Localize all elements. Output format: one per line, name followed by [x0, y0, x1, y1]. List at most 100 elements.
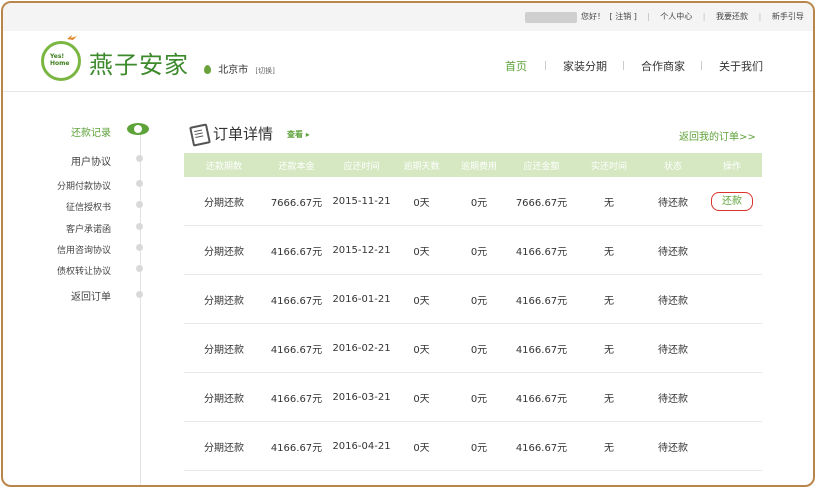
table-cell: 0元 — [449, 421, 509, 471]
sidebar-item-installment-agreement[interactable]: 分期付款协议 — [57, 179, 111, 192]
table-row: 分期还款 4166.67元 2015-12-21 0天 0元 4166.67元无待还款 — [184, 225, 762, 275]
table-cell: 0元 — [449, 274, 509, 324]
my-repayment-link[interactable]: 我要还款 — [716, 12, 748, 21]
table-cell: 待还款 — [644, 177, 702, 226]
view-link[interactable]: 查看 ▸ — [287, 129, 310, 140]
sidebar-item-customer-commitment[interactable]: 客户承诺函 — [66, 222, 111, 235]
sidebar-item-back-to-orders[interactable]: 返回订单 — [71, 288, 111, 303]
table-cell: 7666.67元 — [264, 177, 329, 226]
newbie-guide-link[interactable]: 新手引导 — [772, 12, 804, 21]
table-header-row: 还款期数 还款本金 应还时间 逾期天数 逾期费用 应还金额 实还时间 状态 操作 — [184, 153, 762, 177]
column-header: 应还金额 — [509, 153, 574, 177]
back-to-orders-link[interactable]: 返回我的订单>> — [679, 128, 756, 143]
table-cell: 4166.67元 — [264, 274, 329, 324]
table-cell: 2015-12-21 — [329, 225, 394, 275]
table-cell — [702, 225, 762, 275]
nav-home-installment[interactable]: 家装分期 — [563, 58, 607, 74]
table-cell: 2016-04-21 — [329, 421, 394, 471]
table-cell: 0天 — [394, 421, 449, 471]
table-cell: 待还款 — [644, 323, 702, 373]
table-cell: 4166.67元 — [264, 421, 329, 471]
sidebar-item-credit-consulting[interactable]: 信用咨询协议 — [57, 243, 111, 256]
top-bar: 您好！ [ 注销 ] | 个人中心 | 我要还款 | 新手引导 — [3, 3, 813, 31]
column-header: 状态 — [644, 153, 702, 177]
table-cell — [702, 323, 762, 373]
table-cell: 0元 — [449, 177, 509, 226]
column-header: 操作 — [702, 153, 762, 177]
table-cell: 4166.67元 — [509, 274, 574, 324]
table-cell: 4166.67元 — [509, 323, 574, 373]
greeting-text: 您好！ — [581, 12, 605, 21]
personal-center-link[interactable]: 个人中心 — [660, 12, 692, 21]
city-switch-link[interactable]: [切换] — [255, 67, 274, 75]
table-cell: 4166.67元 — [264, 323, 329, 373]
logout-link[interactable]: [ 注销 ] — [610, 12, 637, 21]
table-cell: 4166.67元 — [264, 225, 329, 275]
table-cell: 无 — [574, 274, 644, 324]
sidebar-dot — [136, 155, 143, 162]
table-row: 分期还款 4166.67元 2016-03-21 0天 0元 4166.67元无待还款 — [184, 372, 762, 422]
table-cell: 还款 — [702, 177, 762, 226]
table-cell: 无 — [574, 225, 644, 275]
column-header: 还款本金 — [264, 153, 329, 177]
table-cell: 待还款 — [644, 225, 702, 275]
greeting: 您好！ [ 注销 ] — [581, 11, 639, 22]
sidebar-item-user-agreement[interactable]: 用户协议 — [71, 153, 111, 168]
table-cell: 2016-01-21 — [329, 274, 394, 324]
sidebar-dot — [136, 244, 143, 251]
sidebar-item-debt-transfer[interactable]: 债权转让协议 — [57, 264, 111, 277]
table-cell: 0元 — [449, 372, 509, 422]
column-header: 应还时间 — [329, 153, 394, 177]
table-cell: 待还款 — [644, 372, 702, 422]
table-row: 分期还款 4166.67元 2016-04-21 0天 0元 4166.67元无待还款 — [184, 421, 762, 471]
column-header: 逾期费用 — [449, 153, 509, 177]
logo-text[interactable]: 燕子安家 — [89, 45, 189, 80]
table-cell: 0元 — [449, 225, 509, 275]
username-masked — [525, 12, 577, 23]
top-links: | 个人中心 | 我要还款 | 新手引导 — [647, 12, 804, 21]
sidebar-item-credit-authorization[interactable]: 征信授权书 — [66, 200, 111, 213]
table-cell: 待还款 — [644, 421, 702, 471]
notepad-icon — [189, 123, 211, 147]
logo-badge-line2: Home — [50, 60, 70, 67]
table-cell — [702, 372, 762, 422]
table-cell: 待还款 — [644, 274, 702, 324]
nav-about[interactable]: 关于我们 — [719, 58, 763, 74]
active-indicator-icon — [127, 123, 149, 135]
table-cell: 2016-02-21 — [329, 323, 394, 373]
table-cell: 4166.67元 — [509, 421, 574, 471]
location-pin-icon — [204, 65, 211, 74]
logo-badge-line1: Yes! — [50, 53, 65, 60]
sidebar-item-repayment-records[interactable]: 还款记录 — [71, 124, 111, 139]
table-cell: 分期还款 — [184, 177, 264, 226]
table-cell: 0元 — [449, 323, 509, 373]
table-cell: 无 — [574, 177, 644, 226]
table-cell: 0天 — [394, 372, 449, 422]
sidebar-dot — [136, 265, 143, 272]
table-cell: 4166.67元 — [264, 372, 329, 422]
table-cell: 0天 — [394, 323, 449, 373]
table-cell — [702, 274, 762, 324]
swallow-icon — [67, 35, 77, 40]
table-cell: 0天 — [394, 274, 449, 324]
table-cell: 0天 — [394, 225, 449, 275]
nav-home[interactable]: 首页 — [505, 58, 527, 74]
table-cell: 无 — [574, 323, 644, 373]
table-cell: 无 — [574, 421, 644, 471]
sidebar-dot — [136, 180, 143, 187]
sidebar-dot — [136, 291, 143, 298]
table-row: 分期还款 4166.67元 2016-01-21 0天 0元 4166.67元无待还款 — [184, 274, 762, 324]
order-detail-table: 还款期数 还款本金 应还时间 逾期天数 逾期费用 应还金额 实还时间 状态 操作 分期还款 766… — [184, 153, 762, 471]
table-cell: 2016-03-21 — [329, 372, 394, 422]
table-cell: 7666.67元 — [509, 177, 574, 226]
logo-icon[interactable]: Yes! Home — [41, 41, 81, 81]
column-header: 还款期数 — [184, 153, 264, 177]
table-row: 分期还款 7666.67元 2015-11-21 0天 0元 7666.67元无待还款 还款 — [184, 177, 762, 226]
sidebar-dot — [136, 201, 143, 208]
table-row: 分期还款 4166.67元 2016-02-21 0天 0元 4166.67元无待还款 — [184, 323, 762, 373]
column-header: 实还时间 — [574, 153, 644, 177]
pay-button[interactable]: 还款 — [711, 191, 753, 211]
city-name: 北京市 — [218, 65, 249, 76]
table-cell: 分期还款 — [184, 323, 264, 373]
nav-partners[interactable]: 合作商家 — [641, 58, 685, 74]
